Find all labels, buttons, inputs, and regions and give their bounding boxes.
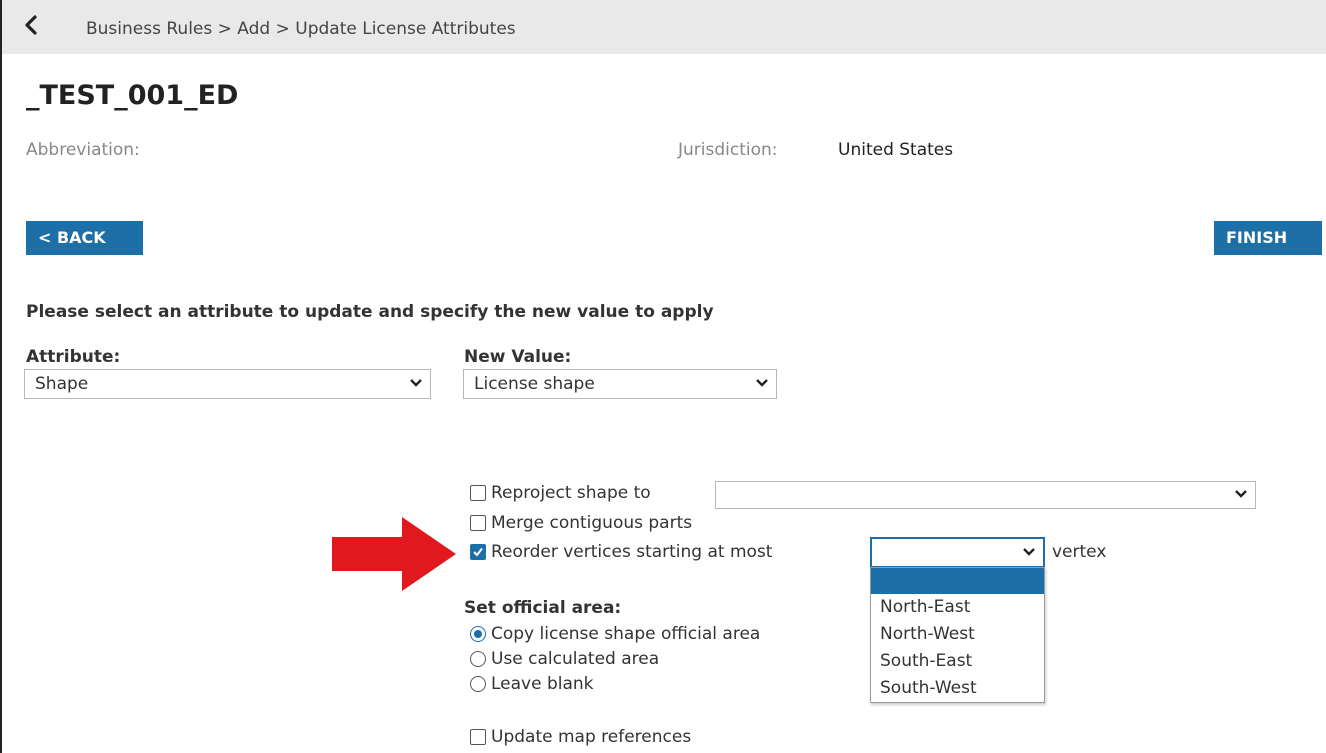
official-area-option-blank: Leave blank <box>470 674 594 694</box>
back-button[interactable]: < BACK <box>26 221 143 255</box>
attribute-select-value: Shape <box>35 374 89 394</box>
merge-option: Merge contiguous parts <box>470 513 692 533</box>
dropdown-item-north-west[interactable]: North-West <box>871 621 1044 648</box>
copy-area-radio[interactable] <box>470 626 486 642</box>
copy-area-label: Copy license shape official area <box>491 624 761 644</box>
map-references-option: Update map references <box>470 727 691 747</box>
merge-checkbox[interactable] <box>470 515 486 531</box>
page-title: _TEST_001_ED <box>26 80 239 111</box>
blank-area-radio[interactable] <box>470 676 486 692</box>
chevron-down-icon <box>756 379 768 389</box>
official-area-option-copy: Copy license shape official area <box>470 624 760 644</box>
chevron-left-icon[interactable] <box>24 14 38 42</box>
reproject-select[interactable] <box>715 481 1256 509</box>
dropdown-item-south-east[interactable]: South-East <box>871 648 1044 675</box>
reorder-dropdown-list: North-East North-West South-East South-W… <box>870 567 1045 703</box>
dropdown-item-north-east[interactable]: North-East <box>871 594 1044 621</box>
jurisdiction-value: United States <box>838 140 954 160</box>
reproject-label: Reproject shape to <box>491 483 651 503</box>
reorder-suffix: vertex <box>1052 542 1107 562</box>
reorder-label: Reorder vertices starting at most <box>491 542 773 562</box>
top-bar: Business Rules > Add > Update License At… <box>2 0 1326 54</box>
attribute-select[interactable]: Shape <box>24 369 431 399</box>
chevron-down-icon <box>1023 548 1035 558</box>
reorder-option: Reorder vertices starting at most <box>470 542 772 562</box>
official-area-option-calculated: Use calculated area <box>470 649 659 669</box>
chevron-down-icon <box>1235 490 1247 500</box>
reorder-select[interactable] <box>870 537 1045 568</box>
attribute-label: Attribute: <box>26 347 121 367</box>
dropdown-item-blank[interactable] <box>871 568 1044 594</box>
breadcrumb: Business Rules > Add > Update License At… <box>86 19 516 39</box>
blank-area-label: Leave blank <box>491 674 594 694</box>
official-area-label: Set official area: <box>464 598 622 618</box>
chevron-down-icon <box>410 379 422 389</box>
jurisdiction-label: Jurisdiction: <box>678 140 778 160</box>
map-references-checkbox[interactable] <box>470 729 486 745</box>
calculated-area-label: Use calculated area <box>491 649 660 669</box>
reorder-checkbox[interactable] <box>470 544 486 560</box>
reproject-checkbox[interactable] <box>470 485 486 501</box>
merge-label: Merge contiguous parts <box>491 513 693 533</box>
dropdown-item-south-west[interactable]: South-West <box>871 675 1044 702</box>
instruction-text: Please select an attribute to update and… <box>26 302 714 322</box>
new-value-select[interactable]: License shape <box>463 369 777 399</box>
new-value-select-value: License shape <box>474 374 595 394</box>
map-references-label: Update map references <box>491 727 692 747</box>
finish-button[interactable]: FINISH <box>1214 221 1322 255</box>
abbreviation-label: Abbreviation: <box>26 140 140 160</box>
reproject-option: Reproject shape to <box>470 483 651 503</box>
red-arrow-icon <box>330 515 458 597</box>
calculated-area-radio[interactable] <box>470 651 486 667</box>
new-value-label: New Value: <box>464 347 572 367</box>
